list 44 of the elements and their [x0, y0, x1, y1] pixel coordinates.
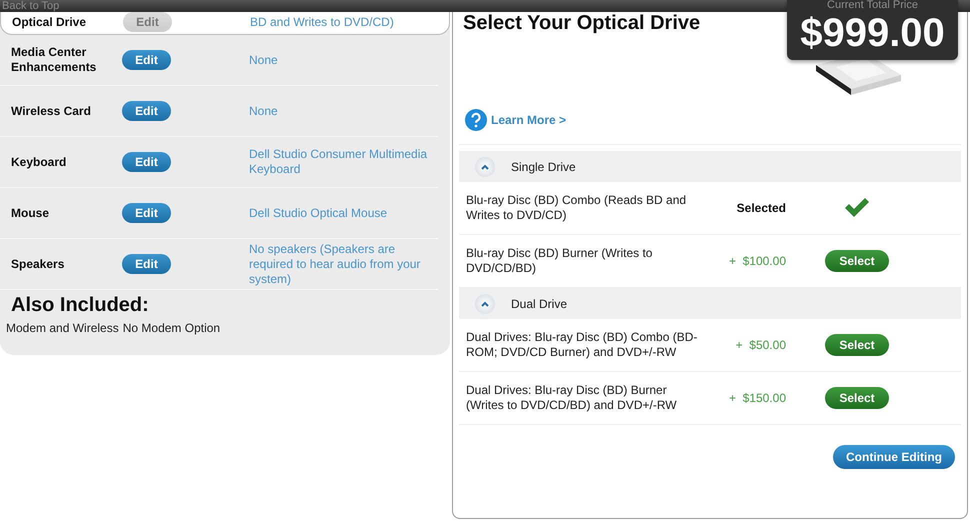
component-name: Optical Drive — [12, 14, 88, 30]
total-price: $999.00 — [800, 11, 945, 55]
option-name: Dual Drives: Blu-ray Disc (BD) Combo (BD-ROM; DVD/CD Burner) and DVD+/-RW — [466, 330, 698, 360]
collapse-toggle[interactable] — [475, 294, 495, 314]
component-name: Wireless Card — [11, 104, 92, 118]
component-value: No speakers (Speakers are required to hear audio from your system) — [249, 242, 422, 286]
select-button[interactable]: Select — [825, 250, 889, 272]
help-icon — [465, 108, 487, 130]
selected-status: Selected — [736, 201, 786, 215]
continue-editing-button[interactable]: Continue Editing — [833, 445, 955, 469]
included-value: No Modem Option — [122, 321, 220, 335]
component-name: Mouse — [11, 206, 50, 220]
selector-title: Select Your Optical Drive — [463, 12, 700, 35]
option-price: + $50.00 — [734, 338, 786, 352]
option-name: Dual Drives: Blu-ray Disc (BD) Burner (Writes to DVD/CD/BD) and DVD+/-RW — [466, 383, 678, 413]
component-name: Keyboard — [11, 154, 68, 170]
back-to-top-link[interactable]: Back to Top — [2, 0, 60, 12]
edit-button[interactable]: Edit — [122, 50, 171, 70]
collapse-toggle[interactable] — [475, 156, 495, 176]
also-included-title: Also Included: — [10, 294, 150, 317]
edit-button[interactable]: Edit — [122, 203, 171, 223]
edit-button[interactable]: Edit — [122, 254, 171, 274]
option-name: Blu-ray Disc (BD) Burner (Writes to DVD/CD/BD) — [466, 246, 654, 276]
edit-button[interactable]: Edit — [122, 152, 171, 172]
component-name: Media Center Enhancements — [11, 45, 98, 75]
group-name: Dual Drive — [511, 296, 568, 310]
included-label: Modem and Wireless — [6, 321, 119, 335]
learn-more-link[interactable]: Learn More > — [491, 112, 566, 126]
select-button[interactable]: Select — [825, 334, 889, 356]
edit-button[interactable]: Edit — [122, 101, 171, 121]
price-label: Current Total Price — [827, 0, 918, 11]
option-price: + $150.00 — [728, 391, 786, 405]
select-button[interactable]: Select — [825, 387, 889, 409]
component-value: None — [249, 104, 279, 118]
component-name: Speakers — [11, 256, 66, 272]
option-price: + $100.00 — [728, 254, 786, 268]
option-name: Blu-ray Disc (BD) Combo (Reads BD and Writes to DVD/CD) — [466, 193, 688, 223]
group-name: Single Drive — [511, 160, 576, 174]
component-value: None — [249, 52, 279, 68]
component-value: BD and Writes to DVD/CD) — [250, 14, 395, 30]
chevron-icon — [480, 162, 490, 170]
component-value: Dell Studio Consumer Multimedia Keyboard — [249, 147, 428, 177]
chevron-icon — [480, 300, 490, 308]
component-value: Dell Studio Optical Mouse — [249, 206, 388, 220]
